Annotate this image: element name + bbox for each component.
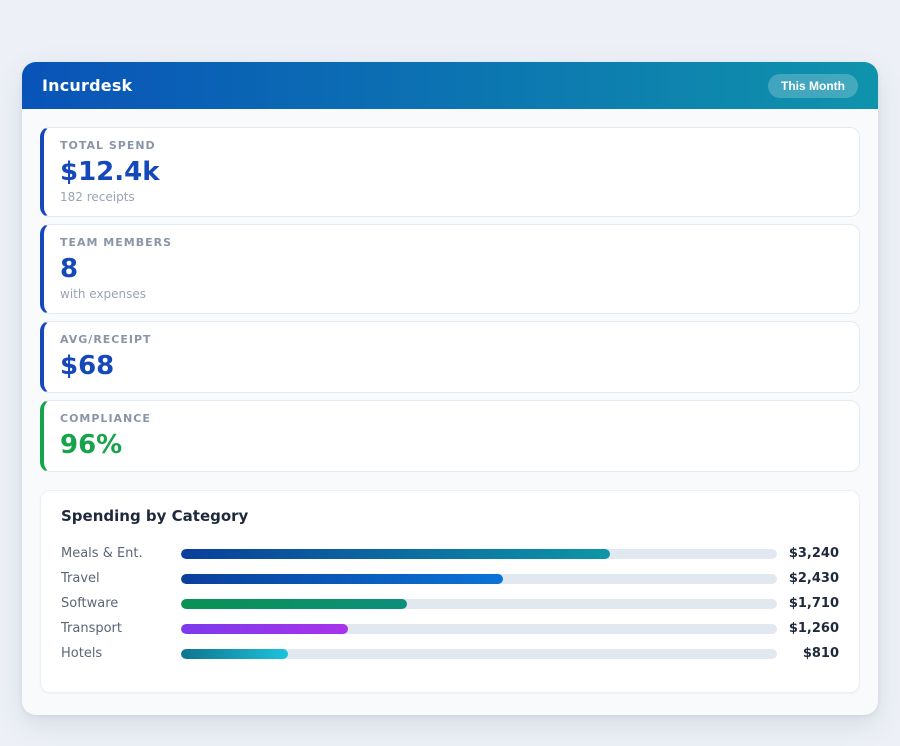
chart-row-transport: Transport $1,260 xyxy=(61,616,839,641)
category-value: $2,430 xyxy=(777,571,839,586)
stat-card-total-spend: TOTAL SPEND $12.4k 182 receipts xyxy=(40,127,860,217)
bar-track xyxy=(181,624,777,634)
period-filter-badge[interactable]: This Month xyxy=(768,74,858,98)
category-label: Software xyxy=(61,596,181,611)
category-value: $1,260 xyxy=(777,621,839,636)
category-value: $810 xyxy=(777,646,839,661)
bar-fill-meals xyxy=(181,549,610,559)
stat-label: AVG/RECEIPT xyxy=(60,333,843,347)
dashboard-content: TOTAL SPEND $12.4k 182 receipts TEAM MEM… xyxy=(22,109,878,715)
stat-subtext: 182 receipts xyxy=(60,190,843,205)
stat-value: $68 xyxy=(60,351,843,381)
bar-track xyxy=(181,574,777,584)
stat-label: COMPLIANCE xyxy=(60,412,843,426)
spending-by-category-chart: Spending by Category Meals & Ent. $3,240… xyxy=(40,490,860,693)
stat-subtext: with expenses xyxy=(60,287,843,302)
chart-row-travel: Travel $2,430 xyxy=(61,566,839,591)
stat-card-team-members: TEAM MEMBERS 8 with expenses xyxy=(40,224,860,314)
chart-row-hotels: Hotels $810 xyxy=(61,641,839,666)
stat-value: 8 xyxy=(60,254,843,284)
bar-fill-software xyxy=(181,599,407,609)
category-label: Transport xyxy=(61,621,181,636)
category-label: Hotels xyxy=(61,646,181,661)
bar-track xyxy=(181,649,777,659)
dashboard-panel: Incurdesk This Month TOTAL SPEND $12.4k … xyxy=(22,62,878,715)
category-label: Meals & Ent. xyxy=(61,546,181,561)
bar-fill-transport xyxy=(181,624,348,634)
stat-value: 96% xyxy=(60,430,843,460)
bar-fill-hotels xyxy=(181,649,288,659)
app-title: Incurdesk xyxy=(42,76,132,95)
category-value: $3,240 xyxy=(777,546,839,561)
bar-fill-travel xyxy=(181,574,503,584)
stat-card-compliance: COMPLIANCE 96% xyxy=(40,400,860,472)
stat-label: TOTAL SPEND xyxy=(60,139,843,153)
app-header: Incurdesk This Month xyxy=(22,62,878,109)
bar-track xyxy=(181,599,777,609)
chart-title: Spending by Category xyxy=(61,507,839,525)
category-label: Travel xyxy=(61,571,181,586)
category-value: $1,710 xyxy=(777,596,839,611)
chart-row-software: Software $1,710 xyxy=(61,591,839,616)
stat-value: $12.4k xyxy=(60,157,843,187)
stat-label: TEAM MEMBERS xyxy=(60,236,843,250)
stat-card-avg-receipt: AVG/RECEIPT $68 xyxy=(40,321,860,393)
bar-track xyxy=(181,549,777,559)
chart-row-meals: Meals & Ent. $3,240 xyxy=(61,541,839,566)
